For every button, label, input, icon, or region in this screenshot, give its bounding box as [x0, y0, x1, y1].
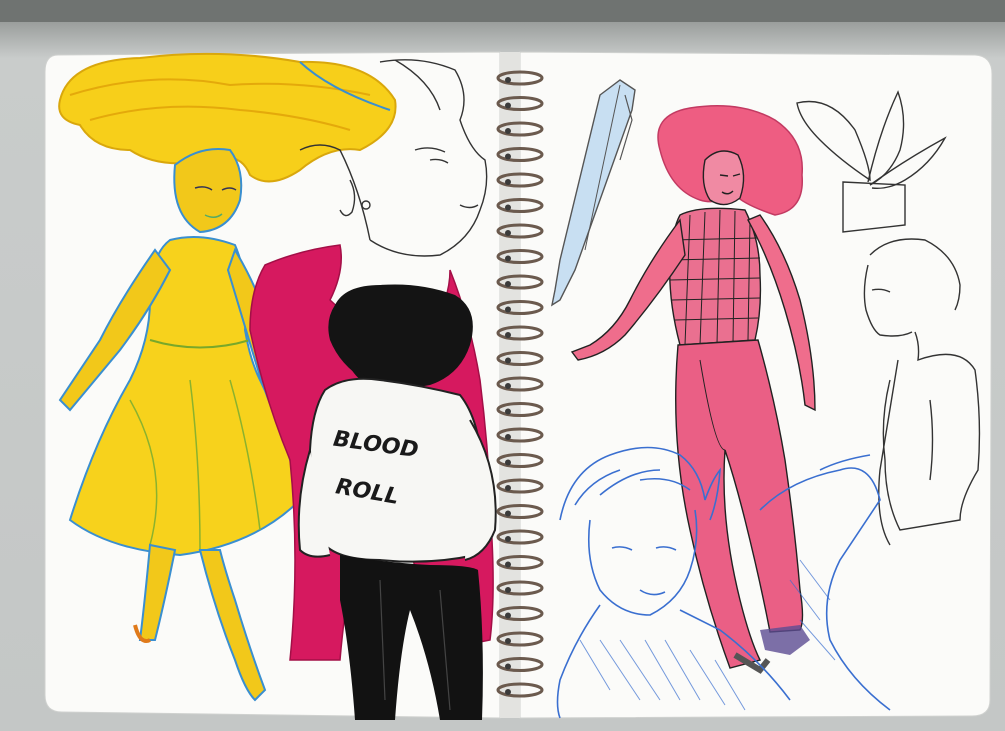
binding-hole	[505, 689, 511, 695]
binding-hole	[505, 357, 511, 364]
binding-hole	[505, 179, 511, 185]
binding-hole	[505, 638, 511, 644]
sketchbook-scan: BLOOD ROLL	[0, 0, 1005, 731]
binding-hole	[505, 434, 511, 440]
plaid-shirt	[669, 207, 762, 346]
binding-hole	[505, 230, 511, 236]
binding-hole	[505, 459, 511, 466]
sketchbook-illustration: BLOOD ROLL	[0, 0, 1005, 731]
binding-hole	[505, 77, 511, 83]
binding-hole	[505, 255, 511, 262]
white-jacket	[308, 377, 485, 563]
binding-hole	[505, 383, 511, 389]
binding-hole	[505, 536, 511, 542]
binding-hole	[505, 102, 511, 109]
binding-hole	[505, 561, 511, 568]
top-shadow	[0, 0, 1005, 22]
binding-hole	[505, 153, 511, 160]
binding-hole	[505, 332, 511, 338]
binding-hole	[505, 663, 511, 670]
binding-hole	[505, 510, 511, 517]
pink-face	[702, 150, 745, 206]
binding-hole	[505, 485, 511, 491]
binding-hole	[505, 408, 511, 415]
binding-hole	[505, 306, 511, 313]
binding-hole	[505, 204, 511, 211]
binding-hole	[505, 128, 511, 134]
binding-hole	[505, 281, 511, 287]
binding-hole	[505, 587, 511, 593]
binding-hole	[505, 612, 511, 619]
